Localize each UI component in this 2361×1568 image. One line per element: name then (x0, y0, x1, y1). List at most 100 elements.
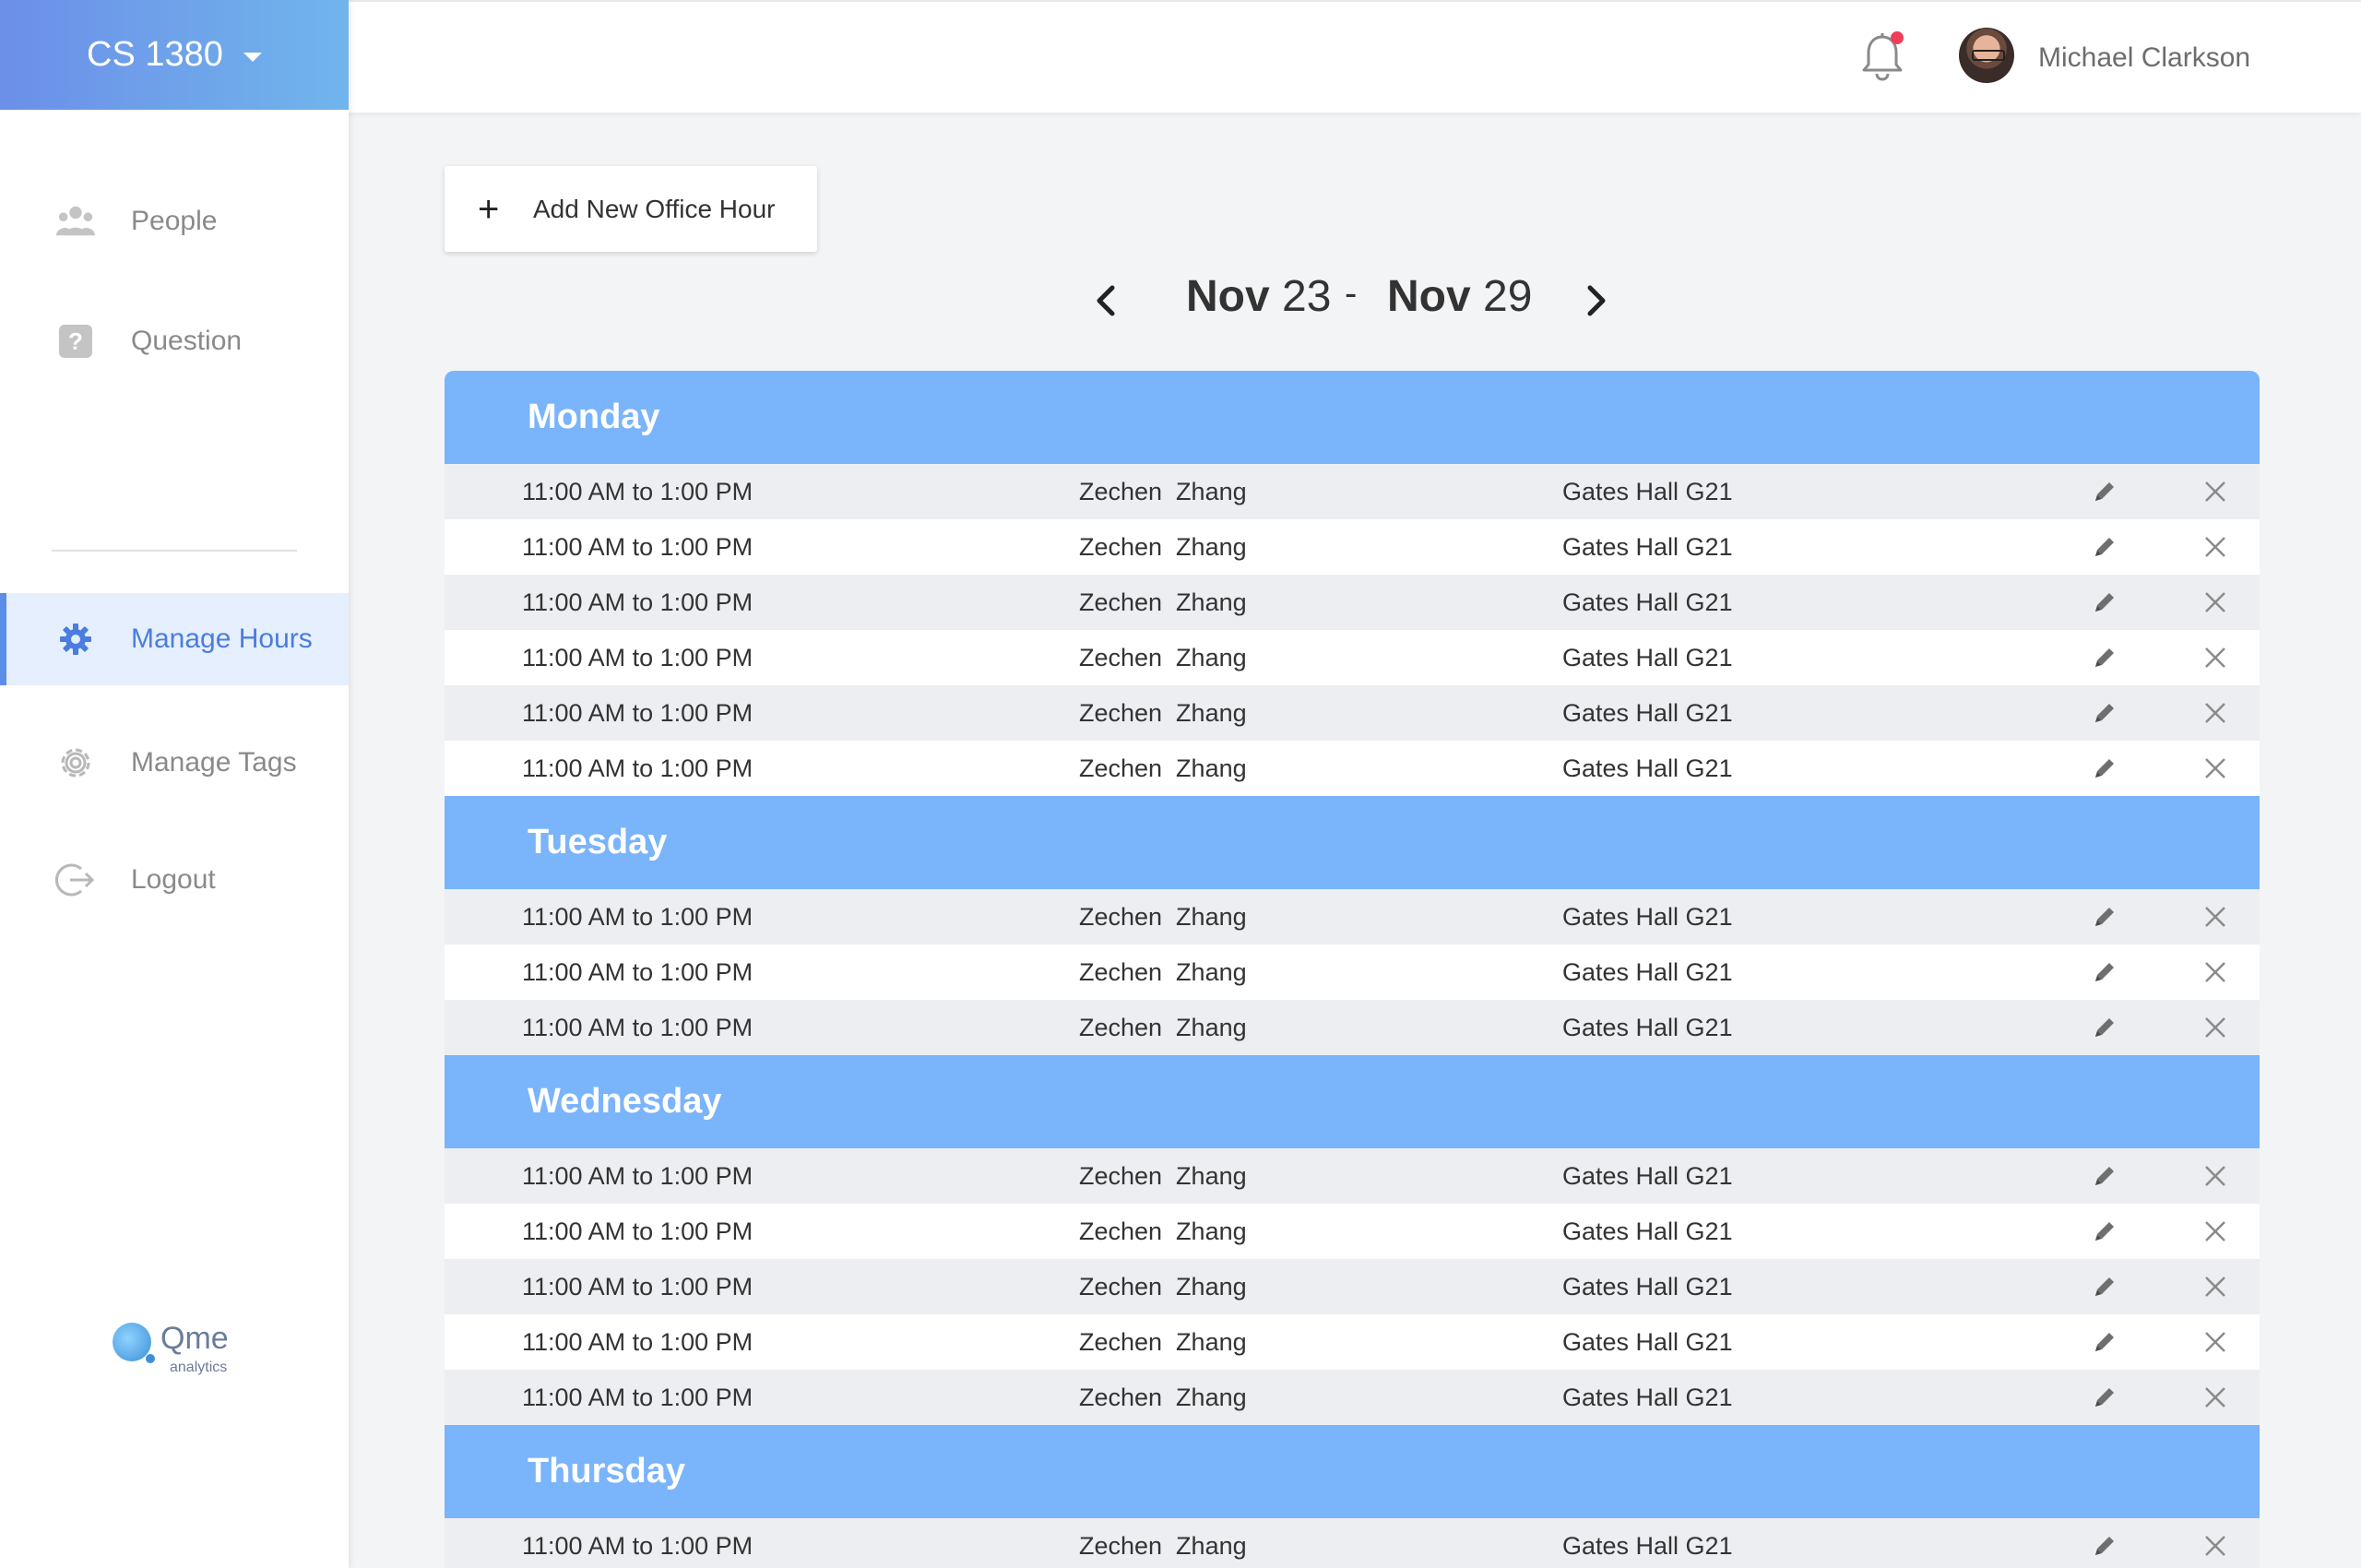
sidebar: CS 1380 People ? Question Manage Hours M… (0, 0, 349, 1568)
day-header: Thursday (445, 1425, 2260, 1518)
office-hour-location: Gates Hall G21 (1562, 698, 1733, 727)
close-icon[interactable] (2204, 1220, 2226, 1242)
day-rows: 11:00 AM to 1:00 PM Zechen Zhang Gates Hal… (445, 889, 2260, 1055)
course-selector[interactable]: CS 1380 (0, 0, 349, 110)
table-row: 11:00 AM to 1:00 PM Zechen Zhang Gates Hal… (445, 575, 2260, 630)
office-hour-time: 11:00 AM to 1:00 PM (522, 1161, 753, 1190)
pencil-icon[interactable] (2092, 1384, 2118, 1410)
nav-label-question: Question (131, 326, 243, 356)
week-start-day: 23 (1282, 272, 1332, 321)
office-hour-location: Gates Hall G21 (1562, 957, 1733, 986)
office-hour-time: 11:00 AM to 1:00 PM (522, 1383, 753, 1411)
pencil-icon[interactable] (2092, 755, 2118, 781)
close-icon[interactable] (2204, 1535, 2226, 1557)
office-hour-location: Gates Hall G21 (1562, 1217, 1733, 1245)
nav-item-people[interactable]: People (0, 175, 349, 267)
office-hour-location: Gates Hall G21 (1562, 532, 1733, 561)
close-icon[interactable] (2204, 702, 2226, 724)
pencil-icon[interactable] (2092, 534, 2118, 560)
office-hour-location: Gates Hall G21 (1562, 754, 1733, 782)
close-icon[interactable] (2204, 1016, 2226, 1039)
pencil-icon[interactable] (2092, 1533, 2118, 1559)
day-rows: 11:00 AM to 1:00 PM Zechen Zhang Gates Hal… (445, 1518, 2260, 1568)
office-hour-location: Gates Hall G21 (1562, 588, 1733, 616)
logout-icon (55, 860, 96, 900)
close-icon[interactable] (2204, 1276, 2226, 1298)
office-hour-ta: Zechen Zhang (1079, 1531, 1247, 1560)
nav-item-manage-tags[interactable]: Manage Tags (0, 717, 349, 809)
avatar[interactable] (1959, 28, 2014, 83)
close-icon[interactable] (2204, 906, 2226, 928)
table-row: 11:00 AM to 1:00 PM Zechen Zhang Gates Hal… (445, 1148, 2260, 1204)
office-hour-ta: Zechen Zhang (1079, 1161, 1247, 1190)
day-header: Wednesday (445, 1055, 2260, 1148)
add-office-hour-button[interactable]: + Add New Office Hour (445, 166, 817, 252)
table-row: 11:00 AM to 1:00 PM Zechen Zhang Gates Hal… (445, 889, 2260, 944)
office-hour-ta: Zechen Zhang (1079, 1272, 1247, 1301)
table-row: 11:00 AM to 1:00 PM Zechen Zhang Gates Hal… (445, 1370, 2260, 1425)
pencil-icon[interactable] (2092, 700, 2118, 726)
pencil-icon[interactable] (2092, 1218, 2118, 1244)
notifications-button[interactable] (1859, 31, 1905, 83)
office-hour-location: Gates Hall G21 (1562, 643, 1733, 671)
office-hour-location: Gates Hall G21 (1562, 1272, 1733, 1301)
table-row: 11:00 AM to 1:00 PM Zechen Zhang Gates Hal… (445, 741, 2260, 796)
qme-logo: Qme analytics (113, 1317, 242, 1382)
next-week-button[interactable] (1577, 282, 1614, 319)
pencil-icon[interactable] (2092, 1274, 2118, 1300)
office-hour-location: Gates Hall G21 (1562, 1161, 1733, 1190)
pencil-icon[interactable] (2092, 479, 2118, 505)
office-hour-time: 11:00 AM to 1:00 PM (522, 532, 753, 561)
office-hour-ta: Zechen Zhang (1079, 477, 1247, 505)
prev-week-button[interactable] (1088, 282, 1125, 319)
close-icon[interactable] (2204, 481, 2226, 503)
pencil-icon[interactable] (2092, 1329, 2118, 1355)
gear-icon (55, 619, 96, 659)
people-icon (55, 201, 96, 242)
course-name: CS 1380 (87, 35, 223, 74)
table-row: 11:00 AM to 1:00 PM Zechen Zhang Gates Hal… (445, 1000, 2260, 1055)
office-hour-time: 11:00 AM to 1:00 PM (522, 698, 753, 727)
nav-item-question[interactable]: ? Question (0, 295, 349, 387)
office-hour-ta: Zechen Zhang (1079, 1217, 1247, 1245)
pencil-icon[interactable] (2092, 645, 2118, 671)
close-icon[interactable] (2204, 1165, 2226, 1187)
pencil-icon[interactable] (2092, 589, 2118, 615)
nav-item-logout[interactable]: Logout (0, 834, 349, 926)
nav-label-logout: Logout (131, 864, 216, 895)
nav-label-people: People (131, 206, 218, 236)
office-hour-ta: Zechen Zhang (1079, 588, 1247, 616)
pencil-icon[interactable] (2092, 1163, 2118, 1189)
close-icon[interactable] (2204, 961, 2226, 983)
close-icon[interactable] (2204, 1386, 2226, 1408)
close-icon[interactable] (2204, 757, 2226, 779)
week-end-date: Nov 29 (1387, 271, 1532, 322)
pencil-icon[interactable] (2092, 1015, 2118, 1040)
office-hour-time: 11:00 AM to 1:00 PM (522, 477, 753, 505)
office-hour-ta: Zechen Zhang (1079, 643, 1247, 671)
logo-mark (113, 1323, 155, 1363)
table-row: 11:00 AM to 1:00 PM Zechen Zhang Gates Hal… (445, 944, 2260, 1000)
close-icon[interactable] (2204, 647, 2226, 669)
office-hour-time: 11:00 AM to 1:00 PM (522, 957, 753, 986)
week-end-month: Nov (1387, 272, 1471, 321)
office-hour-ta: Zechen Zhang (1079, 1327, 1247, 1356)
office-hour-time: 11:00 AM to 1:00 PM (522, 1013, 753, 1041)
pencil-icon[interactable] (2092, 959, 2118, 985)
close-icon[interactable] (2204, 591, 2226, 613)
office-hour-time: 11:00 AM to 1:00 PM (522, 1272, 753, 1301)
close-icon[interactable] (2204, 536, 2226, 558)
day-rows: 11:00 AM to 1:00 PM Zechen Zhang Gates Hal… (445, 1148, 2260, 1425)
office-hour-time: 11:00 AM to 1:00 PM (522, 1217, 753, 1245)
office-hour-time: 11:00 AM to 1:00 PM (522, 754, 753, 782)
office-hour-time: 11:00 AM to 1:00 PM (522, 588, 753, 616)
gear-outline-icon (55, 742, 96, 783)
nav-item-manage-hours[interactable]: Manage Hours (0, 593, 349, 685)
chevron-right-icon (1587, 285, 1606, 316)
pencil-icon[interactable] (2092, 904, 2118, 930)
week-navigator: Nov 23 - Nov 29 (1070, 267, 1623, 336)
question-icon: ? (55, 321, 96, 362)
close-icon[interactable] (2204, 1331, 2226, 1353)
user-name[interactable]: Michael Clarkson (2038, 42, 2250, 74)
office-hour-ta: Zechen Zhang (1079, 754, 1247, 782)
